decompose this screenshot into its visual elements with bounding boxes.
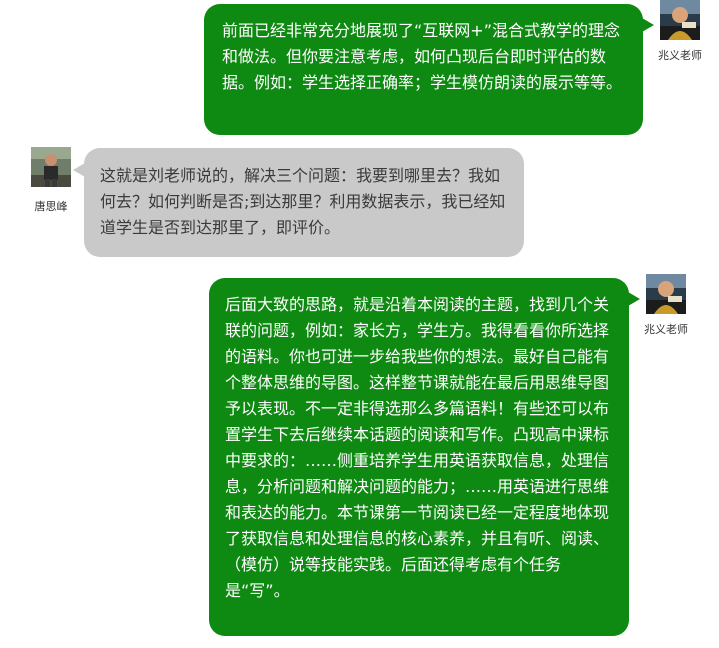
avatar[interactable] <box>31 147 71 187</box>
message-bubble: 前面已经非常充分地展现了“互联网+”混合式教学的理念和做法。但你要注意考虑，如何… <box>204 4 643 135</box>
teacher-avatar-image <box>646 274 686 314</box>
student-avatar-image <box>31 147 71 187</box>
sender-name: 兆义老师 <box>644 323 688 336</box>
sender-name: 兆义老师 <box>658 49 702 62</box>
message-text: 后面大致的思路，就是沿着本阅读的主题，找到几个关联的问题，例如：家长方，学生方。… <box>225 295 610 600</box>
message-bubble: 后面大致的思路，就是沿着本阅读的主题，找到几个关联的问题，例如：家长方，学生方。… <box>209 278 629 636</box>
message-text: 前面已经非常充分地展现了“互联网+”混合式教学的理念和做法。但你要注意考虑，如何… <box>222 21 623 92</box>
message-bubble: 这就是刘老师说的，解决三个问题：我要到哪里去？我如何去？如何判断是否;到达那里？… <box>84 148 524 257</box>
sender-name: 唐思峰 <box>34 200 68 213</box>
bubble-tail <box>642 18 654 32</box>
message-text: 这就是刘老师说的，解决三个问题：我要到哪里去？我如何去？如何判断是否;到达那里？… <box>100 166 506 237</box>
avatar[interactable] <box>646 274 686 314</box>
bubble-tail <box>628 292 640 306</box>
teacher-avatar-image <box>660 0 700 40</box>
avatar[interactable] <box>660 0 700 40</box>
